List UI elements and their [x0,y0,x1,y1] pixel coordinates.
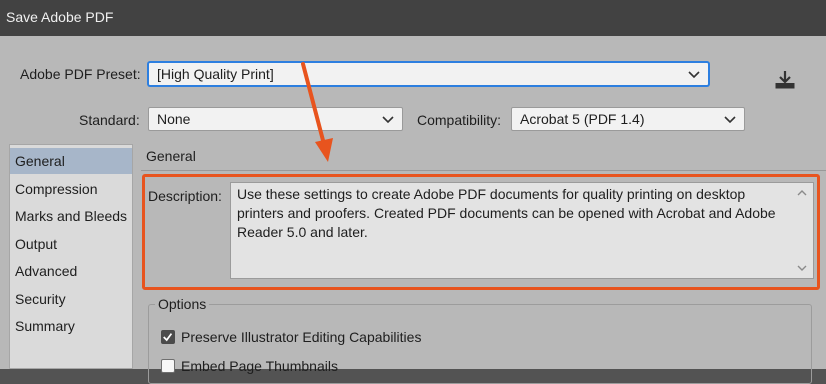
preserve-editing-checkbox[interactable] [161,330,175,344]
preset-value: [High Quality Print] [157,66,274,82]
description-textarea[interactable]: Use these settings to create Adobe PDF d… [230,182,814,279]
preserve-editing-label: Preserve Illustrator Editing Capabilitie… [181,329,422,345]
chevron-down-icon [382,116,394,124]
compatibility-label: Compatibility: [417,112,502,128]
options-legend: Options [155,296,210,312]
sidebar-item-compression[interactable]: Compression [10,176,132,202]
scroll-down-icon[interactable] [797,264,807,272]
chevron-down-icon [688,71,700,79]
preset-label: Adobe PDF Preset: [20,66,141,82]
description-label: Description: [148,188,222,204]
description-text: Use these settings to create Adobe PDF d… [237,186,776,240]
standard-value: None [157,111,191,127]
sidebar-item-summary[interactable]: Summary [10,313,132,339]
window-title: Save Adobe PDF [6,9,114,25]
panel-title: General [146,148,196,164]
sidebar-item-security[interactable]: Security [10,286,132,312]
annotation-arrow-icon [301,62,333,162]
panel-divider [141,170,826,171]
embed-thumbnails-label: Embed Page Thumbnails [181,358,338,374]
sidebar-item-advanced[interactable]: Advanced [10,258,132,284]
checkmark-icon [163,333,173,342]
category-list: General Compression Marks and Bleeds Out… [9,144,133,369]
save-preset-icon[interactable] [772,68,798,92]
standard-label: Standard: [79,112,140,128]
standard-select[interactable]: None [148,107,403,131]
chevron-down-icon [724,116,736,124]
preset-select[interactable]: [High Quality Print] [148,62,709,86]
embed-thumbnails-checkbox[interactable] [161,359,175,373]
compatibility-value: Acrobat 5 (PDF 1.4) [520,111,645,127]
compatibility-select[interactable]: Acrobat 5 (PDF 1.4) [511,107,745,131]
sidebar-item-output[interactable]: Output [10,231,132,257]
sidebar-item-marks-and-bleeds[interactable]: Marks and Bleeds [10,203,132,229]
scroll-up-icon[interactable] [797,189,807,197]
title-bar: Save Adobe PDF [0,0,826,36]
sidebar-item-general[interactable]: General [10,148,132,174]
